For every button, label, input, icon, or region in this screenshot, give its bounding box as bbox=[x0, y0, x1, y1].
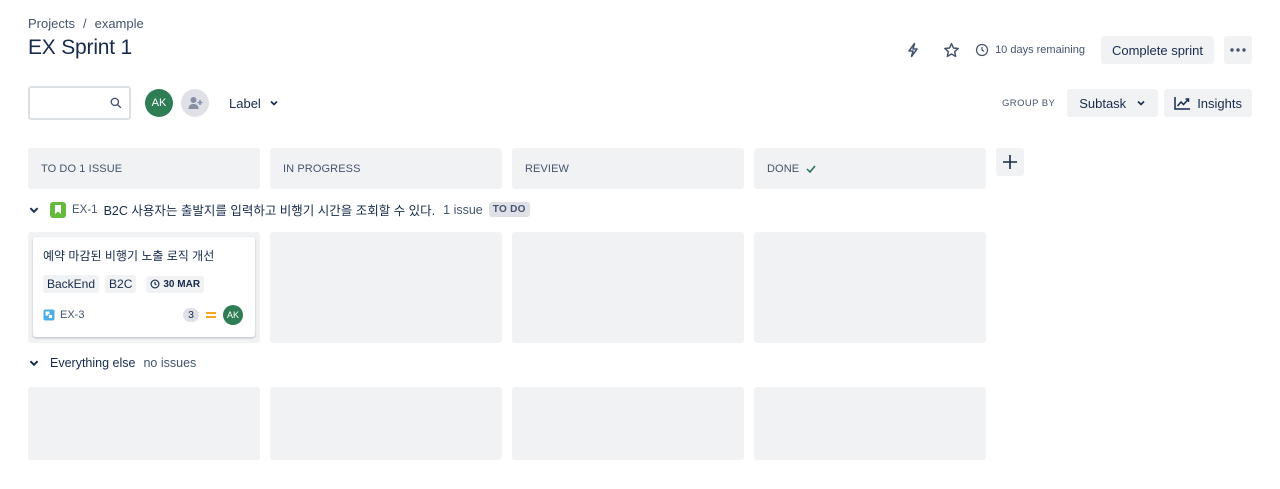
issue-card[interactable]: 예약 마감된 비행기 노출 로직 개선 BackEnd B2C 30 MAR E… bbox=[33, 237, 255, 337]
insights-button[interactable]: Insights bbox=[1164, 89, 1252, 117]
cell-in-progress bbox=[270, 232, 502, 343]
assignee-avatar[interactable]: AK bbox=[223, 305, 243, 325]
due-date: 30 MAR bbox=[146, 275, 205, 293]
due-date-text: 30 MAR bbox=[163, 278, 201, 290]
card-tags: BackEnd B2C 30 MAR bbox=[43, 275, 245, 293]
breadcrumb-example[interactable]: example bbox=[95, 16, 144, 31]
swimlane-count: 1 issue bbox=[443, 202, 483, 217]
clock-icon bbox=[975, 43, 989, 57]
add-person-icon bbox=[188, 97, 203, 109]
column-label: IN PROGRESS bbox=[283, 162, 361, 175]
automation-button[interactable] bbox=[899, 36, 927, 64]
group-by-label: GROUP BY bbox=[1002, 97, 1056, 109]
board-toolbar: AK Label bbox=[28, 86, 279, 120]
status-badge: TO DO bbox=[488, 202, 530, 217]
column-label: DONE bbox=[767, 162, 800, 175]
priority-medium-icon bbox=[206, 312, 216, 318]
cell-review bbox=[512, 232, 744, 343]
search-box[interactable] bbox=[28, 86, 131, 120]
more-icon bbox=[1230, 48, 1246, 52]
label-tag: BackEnd bbox=[43, 275, 100, 293]
card-key[interactable]: EX-3 bbox=[43, 309, 84, 321]
chevron-down-icon bbox=[29, 207, 39, 213]
column-review[interactable]: REVIEW bbox=[512, 148, 744, 189]
more-actions-button[interactable] bbox=[1224, 36, 1252, 64]
avatar-filter[interactable]: AK bbox=[145, 89, 173, 117]
column-label: REVIEW bbox=[525, 162, 569, 175]
checkmark-icon bbox=[806, 165, 816, 173]
lightning-icon bbox=[908, 42, 918, 58]
label-filter-text: Label bbox=[229, 95, 261, 111]
cell-todo bbox=[28, 387, 260, 460]
breadcrumb: Projects / example bbox=[28, 16, 144, 31]
sprint-remaining: 10 days remaining bbox=[975, 43, 1085, 57]
search-input[interactable] bbox=[30, 88, 110, 118]
story-icon bbox=[50, 201, 66, 218]
chevron-down-icon bbox=[270, 100, 278, 106]
swimlane-issue-key[interactable]: EX-1 bbox=[72, 204, 98, 216]
insights-label: Insights bbox=[1197, 95, 1242, 111]
swimlane-everything-else[interactable]: Everything else no issues bbox=[28, 356, 196, 370]
card-key-text: EX-3 bbox=[60, 309, 85, 321]
column-done[interactable]: DONE bbox=[754, 148, 986, 189]
chevron-down-icon bbox=[1137, 100, 1145, 106]
column-label: TO DO 1 ISSUE bbox=[41, 162, 123, 175]
breadcrumb-separator: / bbox=[82, 16, 87, 31]
add-column-button[interactable] bbox=[996, 148, 1024, 176]
column-in-progress[interactable]: IN PROGRESS bbox=[270, 148, 502, 189]
label-filter-dropdown[interactable]: Label bbox=[229, 96, 279, 111]
label-tag: B2C bbox=[105, 275, 137, 293]
group-by-select[interactable]: Subtask bbox=[1067, 89, 1159, 117]
cell-done bbox=[754, 232, 986, 343]
right-toolbar: GROUP BY Subtask Insights bbox=[1002, 89, 1252, 117]
page-title: EX Sprint 1 bbox=[28, 36, 133, 59]
complete-sprint-button[interactable]: Complete sprint bbox=[1100, 36, 1214, 64]
group-by-value: Subtask bbox=[1079, 95, 1127, 111]
search-icon bbox=[110, 96, 122, 114]
story-points-badge: 3 bbox=[183, 308, 199, 322]
cell-in-progress bbox=[270, 387, 502, 460]
card-footer: EX-3 3 AK bbox=[43, 305, 243, 325]
subtask-icon bbox=[43, 309, 55, 321]
plus-icon bbox=[1003, 155, 1017, 169]
swimlane-header[interactable]: EX-1 B2C 사용자는 출발지를 입력하고 비행기 시간을 조회할 수 있다… bbox=[28, 200, 530, 219]
else-lane-count: no issues bbox=[143, 356, 197, 370]
star-icon bbox=[943, 42, 959, 57]
breadcrumb-projects[interactable]: Projects bbox=[28, 16, 75, 31]
card-title: 예약 마감된 비행기 노출 로직 개선 bbox=[43, 249, 215, 263]
star-button[interactable] bbox=[937, 36, 965, 64]
swimlane-title: B2C 사용자는 출발지를 입력하고 비행기 시간을 조회할 수 있다. bbox=[103, 204, 436, 218]
header-actions: 10 days remaining Complete sprint bbox=[899, 36, 1252, 64]
remaining-text: 10 days remaining bbox=[995, 44, 1085, 56]
insights-chart-icon bbox=[1174, 97, 1191, 110]
clock-icon bbox=[150, 279, 160, 289]
else-lane-title: Everything else bbox=[50, 356, 136, 370]
cell-review bbox=[512, 387, 744, 460]
card-meta: 3 AK bbox=[183, 305, 243, 325]
column-todo[interactable]: TO DO 1 ISSUE bbox=[28, 148, 260, 189]
chevron-down-icon bbox=[29, 360, 39, 367]
cell-done bbox=[754, 387, 986, 460]
add-people-button[interactable] bbox=[181, 89, 209, 117]
